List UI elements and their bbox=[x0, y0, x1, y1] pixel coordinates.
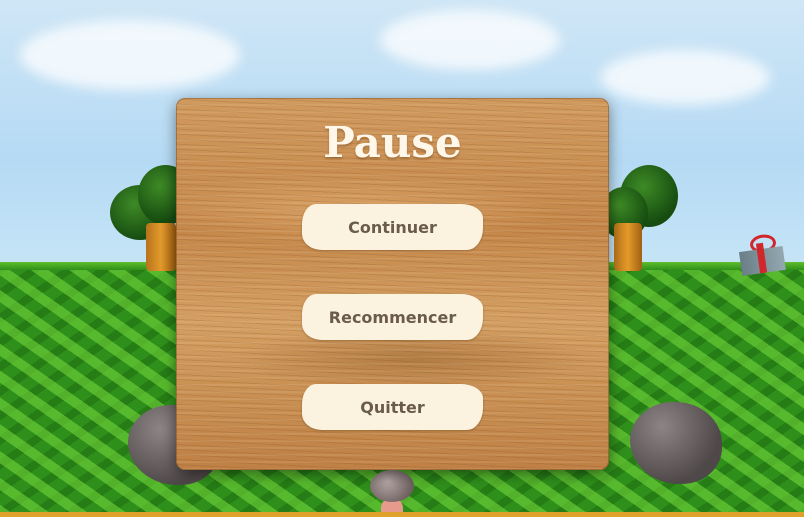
bottom-hud-bar bbox=[0, 512, 804, 517]
player-character bbox=[366, 470, 418, 517]
pause-menu-panel: Pause Continuer Recommencer Quitter bbox=[176, 98, 609, 470]
cloud bbox=[600, 50, 770, 105]
tree-right bbox=[600, 165, 680, 275]
pause-title: Pause bbox=[323, 118, 462, 167]
gift-box-icon bbox=[738, 232, 786, 276]
quit-button[interactable]: Quitter bbox=[302, 384, 483, 430]
cloud bbox=[380, 10, 560, 70]
restart-button[interactable]: Recommencer bbox=[302, 294, 483, 340]
cloud bbox=[20, 20, 240, 90]
continue-button[interactable]: Continuer bbox=[302, 204, 483, 250]
